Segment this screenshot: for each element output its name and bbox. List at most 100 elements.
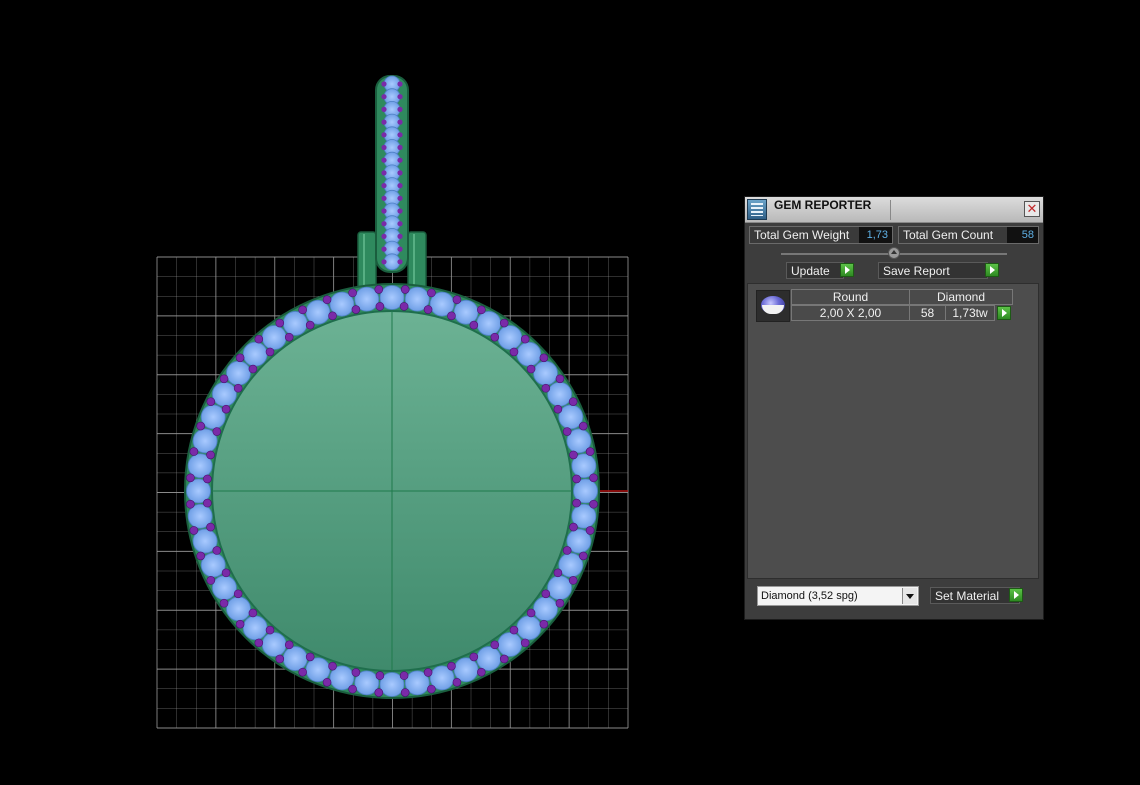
prong — [221, 568, 231, 578]
prong — [572, 474, 581, 484]
prong — [233, 589, 243, 599]
prong — [235, 619, 245, 629]
prong — [189, 447, 199, 456]
prong — [196, 551, 206, 561]
set-material-play-icon[interactable] — [1009, 588, 1023, 602]
prong — [219, 598, 229, 608]
prong — [400, 285, 410, 294]
prong — [254, 334, 264, 344]
prong — [351, 668, 361, 677]
gem-stone — [497, 632, 523, 657]
prong — [381, 106, 387, 112]
prong — [539, 619, 549, 629]
prong — [381, 119, 387, 125]
prong — [186, 499, 195, 509]
prong — [284, 332, 294, 342]
gem-stone — [497, 325, 523, 350]
prong — [265, 625, 275, 635]
gem-shape-header: Round — [791, 289, 910, 305]
gem-reporter-panel: GEM REPORTER ✕ Total Gem Weight 1,73 Tot… — [744, 196, 1044, 620]
save-report-play-icon[interactable] — [985, 263, 999, 277]
prong — [569, 522, 578, 532]
prong — [305, 652, 315, 662]
prong — [374, 688, 384, 697]
prong — [499, 654, 509, 664]
prong — [553, 568, 563, 578]
total-gem-count-value: 58 — [1007, 227, 1038, 243]
prong — [568, 576, 578, 585]
prong — [351, 305, 361, 314]
gem-weight-cell: 1,73tw — [945, 305, 995, 321]
prong — [477, 667, 486, 677]
prong — [375, 671, 385, 680]
prong — [381, 144, 387, 151]
material-select[interactable]: Diamond (3,52 spg) — [757, 586, 919, 606]
prong — [568, 397, 578, 406]
prong — [509, 625, 519, 635]
prong — [298, 305, 307, 315]
prong — [284, 640, 294, 650]
gem-count-cell: 58 — [909, 305, 946, 321]
prong — [203, 498, 212, 508]
panel-title: GEM REPORTER — [774, 198, 872, 212]
prong — [397, 183, 403, 189]
bail-tube — [407, 231, 427, 291]
prong — [447, 311, 456, 321]
gem-row-play-icon[interactable] — [997, 306, 1011, 320]
prong — [427, 288, 436, 298]
prong — [381, 233, 387, 239]
prong — [248, 608, 258, 618]
prong — [397, 170, 403, 176]
pendant-halo-ring — [184, 283, 600, 699]
prong — [298, 667, 307, 677]
prong — [212, 427, 222, 436]
prong — [499, 318, 509, 328]
save-report-button[interactable]: Save Report — [878, 262, 988, 279]
gem-stone — [242, 341, 268, 367]
prong — [578, 421, 588, 431]
prong — [555, 374, 565, 384]
prong — [397, 144, 403, 151]
prong — [397, 246, 403, 252]
gem-stone — [226, 596, 251, 622]
prong — [397, 94, 403, 100]
update-button[interactable]: Update — [786, 262, 844, 279]
panel-titlebar[interactable]: GEM REPORTER ✕ — [745, 197, 1043, 223]
prong — [206, 576, 216, 585]
prong — [397, 81, 403, 87]
prong — [275, 654, 285, 664]
prong — [322, 677, 332, 687]
prong — [381, 157, 387, 163]
prong — [490, 332, 500, 342]
size-slider-knob[interactable] — [888, 247, 900, 259]
gem-stone — [282, 646, 308, 671]
prong — [572, 498, 581, 508]
chevron-down-icon[interactable] — [902, 588, 917, 604]
prong — [578, 551, 588, 561]
prong — [328, 311, 337, 321]
prong — [397, 106, 403, 112]
prong — [447, 661, 456, 671]
gem-stone — [533, 360, 558, 386]
prong — [399, 671, 409, 680]
prong — [189, 526, 199, 535]
prong — [328, 661, 337, 671]
prong — [589, 473, 598, 483]
prong — [585, 447, 595, 456]
prong — [469, 652, 479, 662]
gem-stone — [242, 615, 268, 641]
set-material-button[interactable]: Set Material — [930, 587, 1020, 604]
prong — [569, 450, 578, 460]
gem-stone — [226, 360, 251, 386]
prong — [381, 183, 387, 189]
prong — [374, 285, 384, 294]
close-icon[interactable]: ✕ — [1024, 201, 1040, 217]
gem-size-cell: 2,00 X 2,00 — [791, 305, 910, 321]
update-play-icon[interactable] — [840, 263, 854, 277]
prong — [322, 295, 332, 305]
prong — [206, 522, 215, 532]
prong — [275, 318, 285, 328]
prong — [469, 320, 479, 330]
gem-reporter-icon — [747, 199, 767, 220]
prong — [477, 305, 486, 315]
